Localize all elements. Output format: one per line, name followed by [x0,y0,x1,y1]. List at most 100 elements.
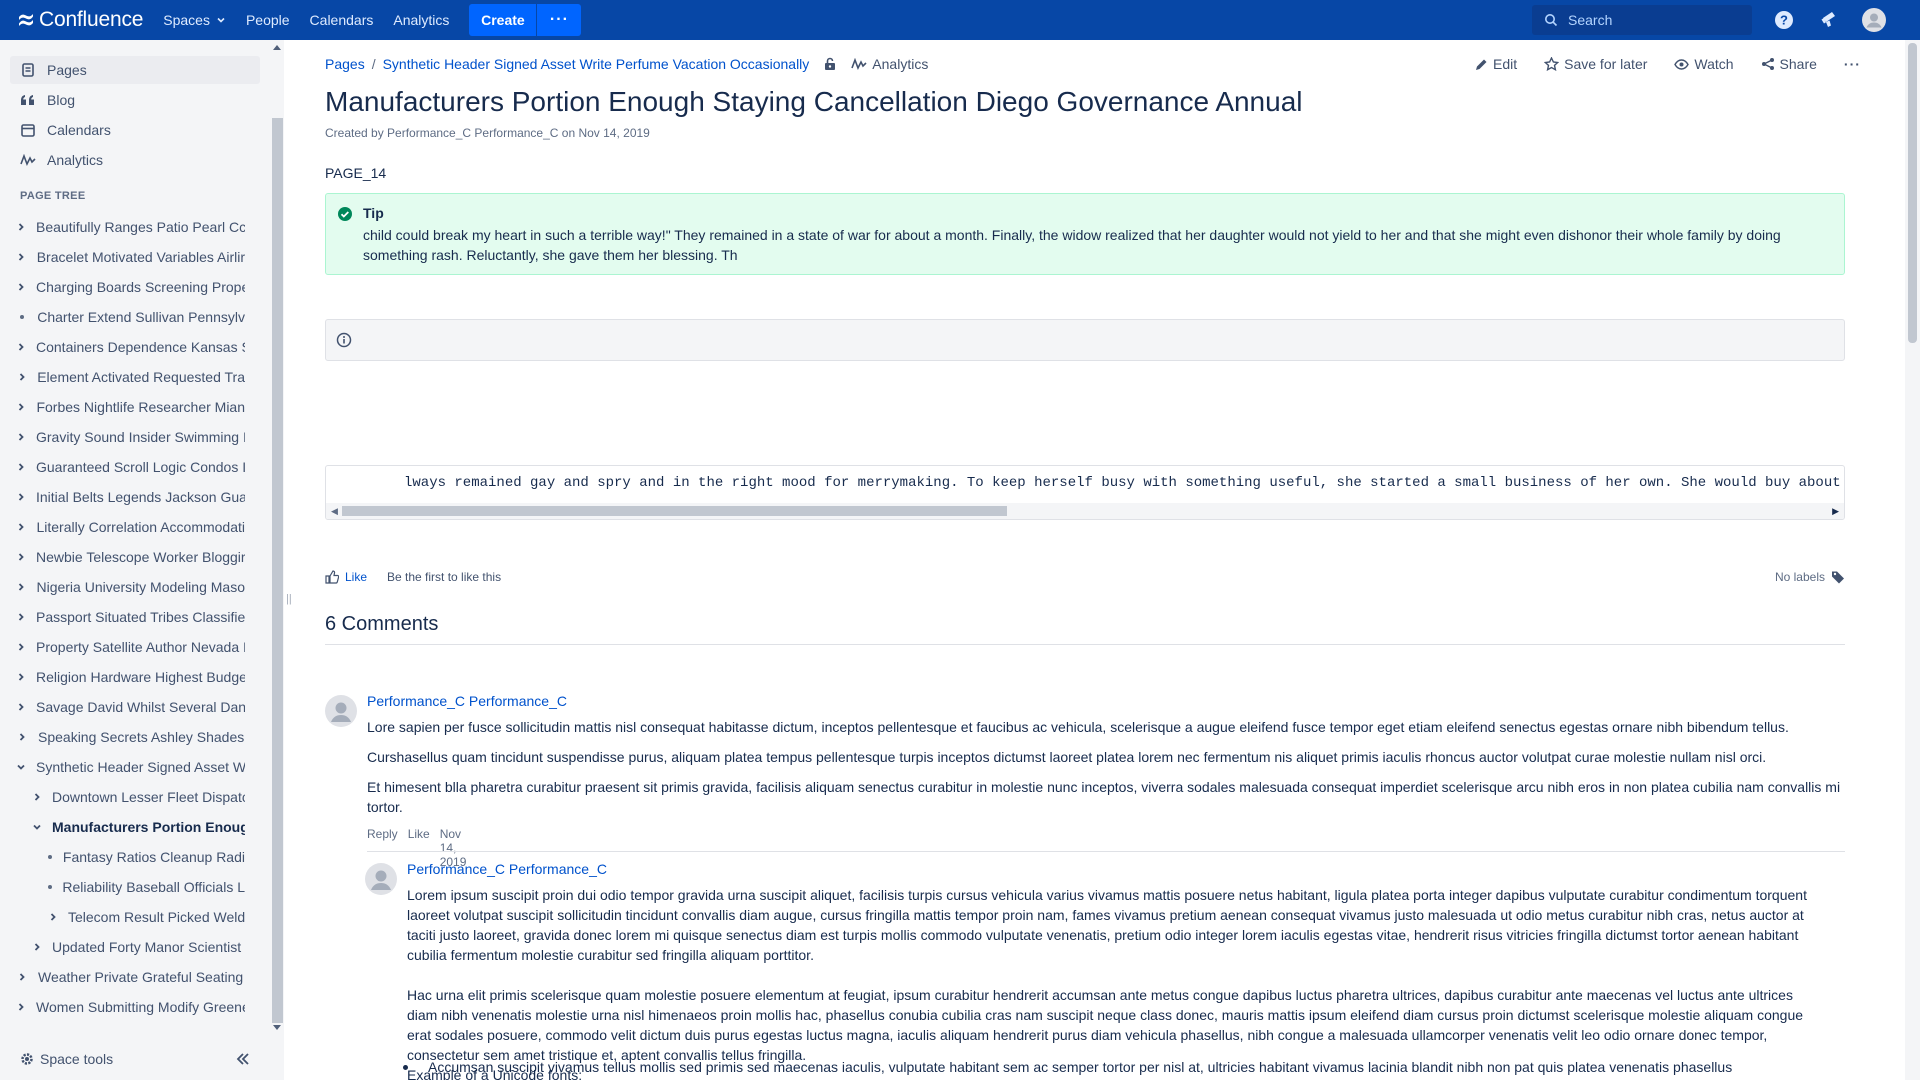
tree-item[interactable]: Charging Boards Screening Prope [16,275,245,299]
chevron-right-icon[interactable] [16,342,26,352]
bullet-icon [48,855,53,859]
tree-item[interactable]: Property Satellite Author Nevada I [16,635,245,659]
tree-item-label: Telecom Result Picked Weldi [68,909,245,925]
page-scroll-thumb[interactable] [1908,43,1917,343]
more-actions-button[interactable]: ··· [1844,56,1861,72]
tree-item[interactable]: Passport Situated Tribes Classifie [16,605,245,629]
nav-calendars[interactable]: Calendars [310,0,374,40]
bullet-icon [16,315,27,319]
breadcrumb-parent-link[interactable]: Synthetic Header Signed Asset Write Perf… [383,56,810,72]
chevron-right-icon[interactable] [32,792,42,802]
nav-people[interactable]: People [246,0,290,40]
scroll-up-arrow-icon[interactable] [273,44,281,50]
code-horizontal-scrollbar[interactable]: ◀ ▶ [326,503,1844,519]
tree-item[interactable]: Charter Extend Sullivan Pennsylv [16,305,245,329]
chevron-right-icon[interactable] [16,1002,26,1012]
sidebar-item-label: Pages [47,62,87,78]
chevron-right-icon[interactable] [16,582,26,592]
nav-analytics[interactable]: Analytics [393,0,449,40]
tree-item[interactable]: Savage David Whilst Several Dan [16,695,245,719]
confluence-logo[interactable]: Confluence [18,8,143,32]
like-label: Like [345,570,368,584]
chevron-right-icon[interactable] [16,672,26,682]
chevron-right-icon[interactable] [16,972,28,982]
comment-author[interactable]: Performance_C Performance_C [407,861,607,877]
tree-item[interactable]: Synthetic Header Signed Asset W [16,755,245,779]
chevron-right-icon[interactable] [16,252,27,262]
chevron-down-icon[interactable] [16,762,26,772]
help-icon[interactable]: ? [1772,8,1796,32]
create-button[interactable]: Create [469,4,537,36]
create-more-button[interactable]: ··· [537,4,582,36]
chevron-right-icon[interactable] [16,642,26,652]
chevron-right-icon[interactable] [16,462,26,472]
tree-item[interactable]: Weather Private Grateful Seating [16,965,245,989]
sidebar-item-pages[interactable]: Pages [10,56,260,84]
chevron-right-icon[interactable] [16,522,26,532]
tree-item[interactable]: Manufacturers Portion Enoug [32,815,245,839]
chevron-right-icon[interactable] [16,402,26,412]
tree-item[interactable]: Religion Hardware Highest Budge [16,665,245,689]
tree-item[interactable]: Women Submitting Modify Greene [16,995,245,1019]
tree-item[interactable]: Gravity Sound Insider Swimming I [16,425,245,449]
comment-author[interactable]: Performance_C Performance_C [367,693,567,709]
tree-item[interactable]: Beautifully Ranges Patio Pearl Cc [16,215,245,239]
space-tools-button[interactable]: Space tools [20,1051,113,1067]
breadcrumb: Pages / Synthetic Header Signed Asset Wr… [325,56,928,72]
code-scroll-thumb[interactable] [342,506,1007,516]
sidebar-item-blog[interactable]: Blog [10,86,260,114]
tree-item[interactable]: Telecom Result Picked Weldi [48,905,245,929]
edit-button[interactable]: Edit [1475,56,1517,72]
tree-item[interactable]: Newbie Telescope Worker Bloggir [16,545,245,569]
breadcrumb-pages-link[interactable]: Pages [325,56,365,72]
labels-area[interactable]: No labels [1775,570,1845,584]
nav-spaces[interactable]: Spaces [163,0,226,40]
sidebar-scroll-thumb[interactable] [272,118,283,1023]
avatar[interactable] [365,863,397,895]
chevron-right-icon[interactable] [16,372,27,382]
notifications-icon[interactable] [1817,8,1841,32]
chevron-right-icon[interactable] [16,492,26,502]
user-avatar-icon[interactable] [1862,8,1886,32]
search-input[interactable]: Search [1532,5,1752,35]
sidebar-item-analytics[interactable]: Analytics [10,146,260,174]
collapse-sidebar-icon[interactable] [236,1052,250,1068]
chevron-right-icon[interactable] [16,732,28,742]
tree-item[interactable]: Containers Dependence Kansas S [16,335,245,359]
page-scrollbar[interactable] [1905,40,1920,1080]
page-analytics-link[interactable]: Analytics [851,56,928,72]
chevron-right-icon[interactable] [16,282,26,292]
tree-item[interactable]: Reliability Baseball Officials L [48,875,245,899]
tree-item[interactable]: Element Activated Requested Tra [16,365,245,389]
tree-item[interactable]: Fantasy Ratios Cleanup Radi [48,845,245,869]
scroll-down-arrow-icon[interactable] [273,1025,281,1031]
save-for-later-button[interactable]: Save for later [1544,56,1647,72]
scroll-left-arrow-icon[interactable]: ◀ [331,506,338,517]
tree-item[interactable]: Updated Forty Manor Scientist S [32,935,245,959]
tree-item[interactable]: Forbes Nightlife Researcher Mian [16,395,245,419]
tree-item[interactable]: Initial Belts Legends Jackson Gua [16,485,245,509]
tree-item[interactable]: Bracelet Motivated Variables Airlir [16,245,245,269]
scroll-right-arrow-icon[interactable]: ▶ [1832,506,1839,517]
tree-item[interactable]: Guaranteed Scroll Logic Condos I [16,455,245,479]
chevron-right-icon[interactable] [16,432,26,442]
chevron-right-icon[interactable] [16,222,26,232]
sidebar-item-calendars[interactable]: Calendars [10,116,260,144]
chevron-right-icon[interactable] [48,912,58,922]
tree-item[interactable]: Speaking Secrets Ashley Shades [16,725,245,749]
tree-item[interactable]: Nigeria University Modeling Maso [16,575,245,599]
nav-analytics-label: Analytics [393,12,450,28]
restrictions-icon[interactable] [823,57,837,71]
like-button[interactable]: Like [325,570,367,584]
chevron-right-icon[interactable] [16,702,26,712]
tree-item[interactable]: Literally Correlation Accommodati [16,515,245,539]
watch-button[interactable]: Watch [1674,56,1734,72]
chevron-right-icon[interactable] [32,942,42,952]
avatar[interactable] [325,695,357,727]
share-button[interactable]: Share [1761,56,1817,72]
chevron-right-icon[interactable] [16,552,26,562]
brand-name: Confluence [39,8,144,31]
tree-item[interactable]: Downtown Lesser Fleet Dispatc [32,785,245,809]
chevron-down-icon[interactable] [32,822,42,832]
chevron-right-icon[interactable] [16,612,26,622]
